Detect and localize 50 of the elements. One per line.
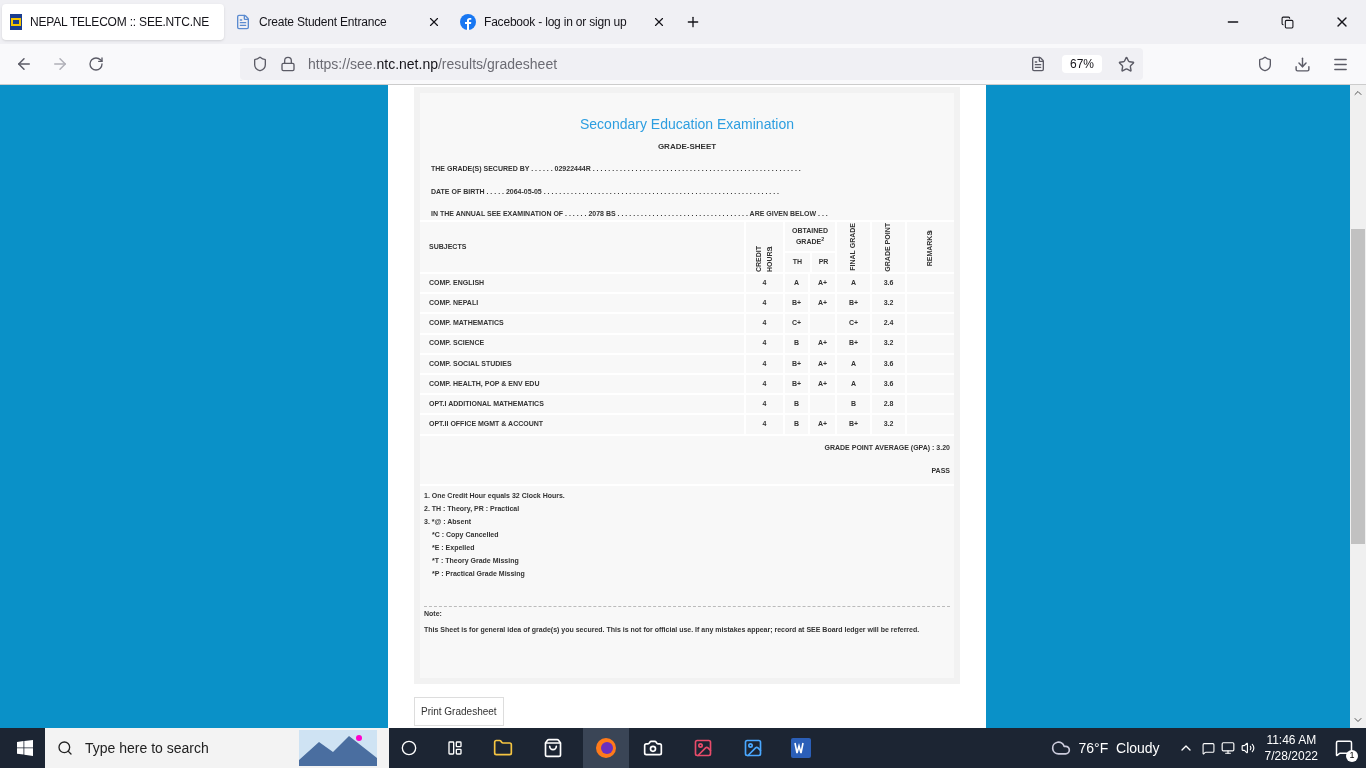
camera-icon[interactable] <box>643 738 663 758</box>
lock-icon <box>280 56 296 72</box>
search-icon <box>57 740 73 756</box>
taskbar-search-field[interactable]: Type here to search <box>45 728 389 768</box>
reader-icon[interactable] <box>1029 56 1046 72</box>
scrollbar-thumb[interactable] <box>1351 229 1365 544</box>
facebook-icon <box>460 14 476 30</box>
url-text: https://see.ntc.net.np/results/gradesheet <box>308 54 558 74</box>
new-tab-icon[interactable] <box>685 14 701 30</box>
back-icon[interactable] <box>15 55 33 73</box>
cloud-icon <box>1050 738 1071 758</box>
notifications-button[interactable]: 1 <box>1332 736 1356 760</box>
sheet-title: Secondary Education Examination <box>580 116 794 132</box>
notification-icon <box>1335 739 1353 757</box>
photos-icon[interactable] <box>743 738 763 758</box>
zoom-level[interactable]: 67% <box>1061 55 1102 73</box>
volume-icon[interactable] <box>1240 741 1255 755</box>
meet-icon[interactable] <box>1201 741 1215 755</box>
sheet-subtitle: GRADE-SHEET <box>657 142 717 151</box>
bookmark-star-icon[interactable] <box>1118 55 1135 73</box>
browser-tab[interactable]: NEPAL TELECOM :: SEE.NTC.NE <box>2 4 224 40</box>
network-icon[interactable] <box>1220 741 1235 755</box>
download-icon[interactable] <box>1294 55 1311 73</box>
tab-title: Facebook - log in or sign up <box>484 14 628 31</box>
folder-icon[interactable] <box>493 738 513 758</box>
reload-icon[interactable] <box>88 56 104 72</box>
print-gradesheet-button[interactable]: Print Gradesheet <box>414 696 504 726</box>
browser-tab[interactable]: Create Student Entrance <box>227 4 449 40</box>
address-bar[interactable]: https://see.ntc.net.np/results/gradesheet 67% <box>240 48 1143 80</box>
widgets-icon[interactable] <box>447 740 463 756</box>
search-placeholder: Type here to search <box>85 738 209 758</box>
document-icon <box>235 14 251 30</box>
clock[interactable]: 11:46 AM 7/28/2022 <box>1264 732 1318 764</box>
restore-icon[interactable] <box>1281 15 1294 29</box>
windows-start-icon[interactable] <box>17 740 33 756</box>
weather-text[interactable]: 76°F Cloudy <box>1078 737 1160 759</box>
browser-tab[interactable]: Facebook - log in or sign up <box>452 4 674 40</box>
close-icon[interactable] <box>652 15 666 29</box>
task-view-circle-icon[interactable] <box>401 740 417 756</box>
fox-globe-icon <box>595 737 617 759</box>
word-icon[interactable] <box>791 738 811 758</box>
close-icon[interactable] <box>427 15 441 29</box>
tab-title: NEPAL TELECOM :: SEE.NTC.NE <box>30 14 210 31</box>
firefox-taskbar-button[interactable] <box>583 728 629 768</box>
store-icon[interactable] <box>543 738 563 758</box>
tab-title: Create Student Entrance <box>259 14 388 31</box>
notification-count: 1 <box>1346 750 1358 762</box>
scrollbar[interactable] <box>1350 85 1366 728</box>
logo-icon <box>10 14 22 30</box>
shield-icon <box>252 56 268 72</box>
